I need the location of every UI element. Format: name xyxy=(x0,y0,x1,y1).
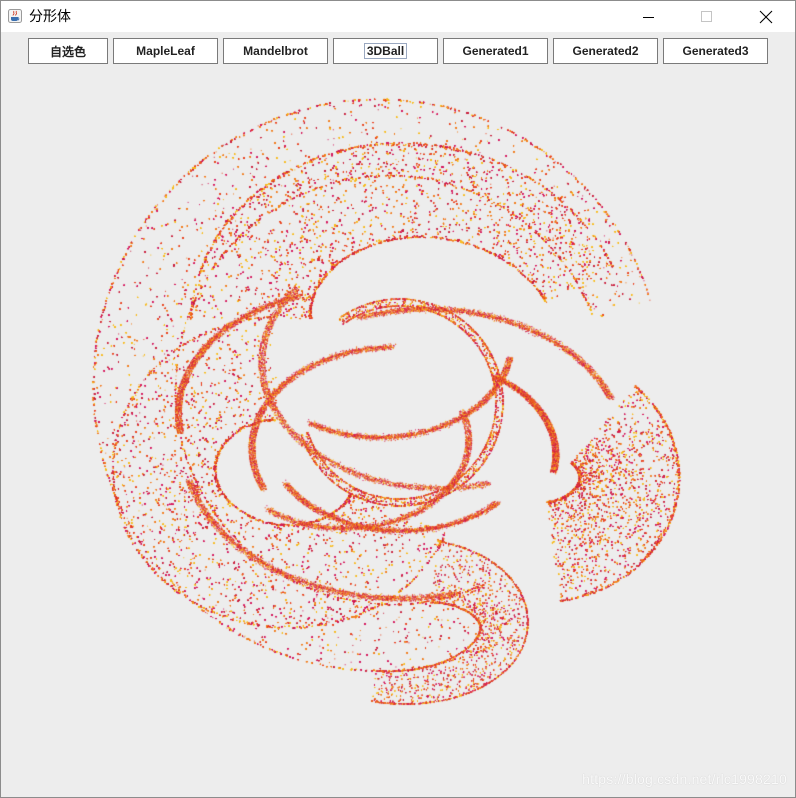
maximize-button[interactable] xyxy=(684,1,730,32)
generated2-button[interactable]: Generated2 xyxy=(553,38,658,64)
fractal-canvas-area[interactable]: https://blog.csdn.net/rlc1998210 xyxy=(1,72,795,797)
button-label: 3DBall xyxy=(363,43,408,59)
button-label: Generated2 xyxy=(572,44,639,58)
3dball-button[interactable]: 3DBall xyxy=(333,38,438,64)
app-window: 分形体 自选色 MapleLeaf Mandelbrot 3DBall Gene… xyxy=(0,0,796,798)
minimize-icon xyxy=(643,16,654,18)
custom-color-button[interactable]: 自选色 xyxy=(28,38,108,64)
generated1-button[interactable]: Generated1 xyxy=(443,38,548,64)
mapleleaf-button[interactable]: MapleLeaf xyxy=(113,38,218,64)
fractal-toolbar: 自选色 MapleLeaf Mandelbrot 3DBall Generate… xyxy=(1,32,795,72)
generated3-button[interactable]: Generated3 xyxy=(663,38,768,64)
close-button[interactable] xyxy=(743,1,789,32)
button-label: 自选色 xyxy=(49,44,86,59)
close-icon xyxy=(759,10,773,23)
java-coffee-cup-icon xyxy=(8,9,22,23)
button-label: Generated3 xyxy=(682,44,749,58)
button-label: MapleLeaf xyxy=(136,44,195,58)
title-bar[interactable]: 分形体 xyxy=(1,1,795,32)
mandelbrot-button[interactable]: Mandelbrot xyxy=(223,38,328,64)
watermark-text: https://blog.csdn.net/rlc1998210 xyxy=(582,771,787,787)
fractal-canvas[interactable] xyxy=(1,72,795,797)
window-title: 分形体 xyxy=(29,9,71,25)
button-label: Mandelbrot xyxy=(243,44,308,58)
button-label: Generated1 xyxy=(462,44,529,58)
minimize-button[interactable] xyxy=(626,1,672,32)
maximize-icon xyxy=(701,10,712,22)
